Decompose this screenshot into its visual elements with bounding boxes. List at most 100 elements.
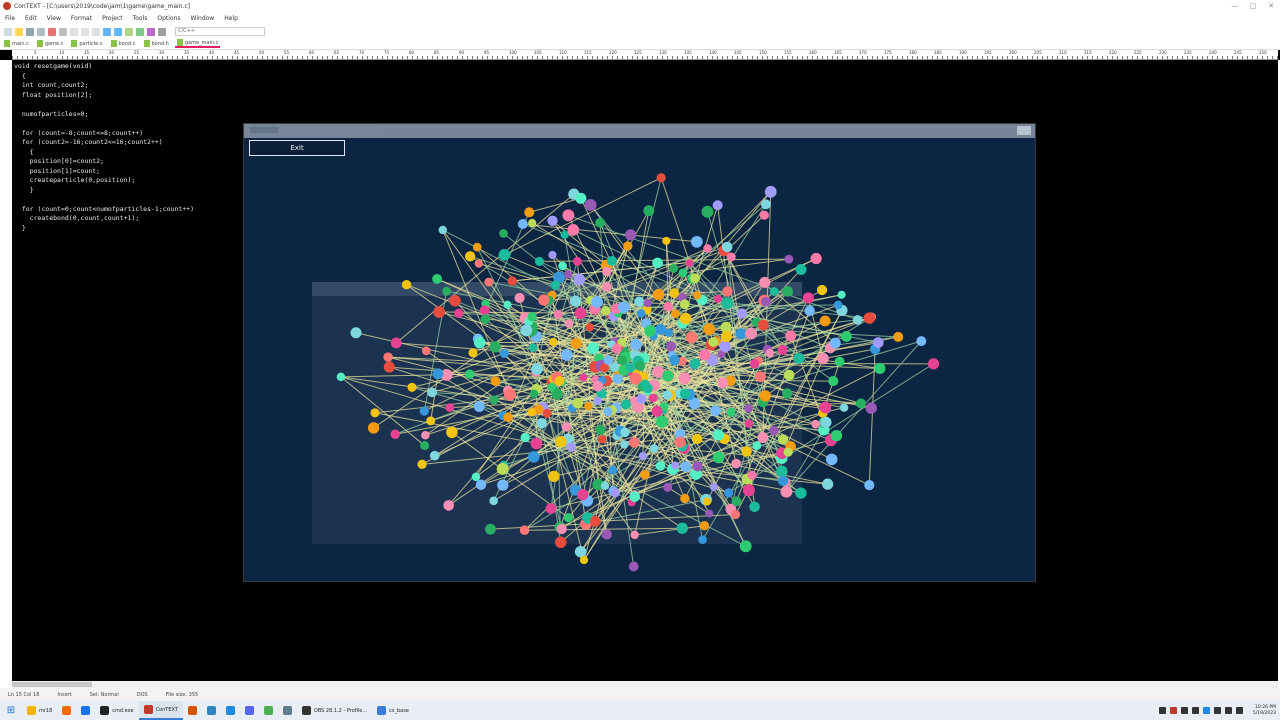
menu-view[interactable]: View bbox=[46, 15, 62, 22]
taskbar-app[interactable] bbox=[240, 701, 259, 720]
exit-button[interactable]: Exit bbox=[249, 140, 345, 156]
tray-icon[interactable] bbox=[1158, 707, 1166, 714]
particle bbox=[664, 328, 673, 337]
taskbar-app[interactable]: cs_base bbox=[372, 701, 414, 720]
print-icon[interactable] bbox=[59, 27, 67, 36]
scrollbar-thumb[interactable] bbox=[12, 682, 92, 687]
menu-file[interactable]: File bbox=[4, 15, 16, 22]
code-line[interactable]: for (count=0;count<numofparticles-1;coun… bbox=[14, 205, 194, 215]
particle bbox=[635, 360, 646, 371]
tray-icon[interactable] bbox=[1202, 707, 1210, 714]
particle bbox=[837, 290, 846, 299]
tray-icon[interactable] bbox=[1191, 707, 1199, 714]
code-line[interactable] bbox=[14, 195, 194, 205]
game-close-button[interactable] bbox=[1017, 126, 1031, 135]
language-select[interactable]: C/C++ bbox=[175, 27, 265, 36]
menu-format[interactable]: Format bbox=[70, 15, 93, 22]
copy-icon[interactable] bbox=[81, 27, 89, 36]
particle bbox=[817, 352, 829, 365]
particle bbox=[630, 338, 642, 351]
battery-icon[interactable] bbox=[1235, 707, 1243, 714]
maximize-button[interactable]: □ bbox=[1244, 0, 1262, 12]
replace-icon[interactable] bbox=[136, 27, 144, 36]
code-line[interactable] bbox=[14, 119, 194, 129]
menu-edit[interactable]: Edit bbox=[24, 15, 38, 22]
particle bbox=[916, 336, 927, 347]
redo-icon[interactable] bbox=[114, 27, 122, 36]
code-line[interactable]: } bbox=[14, 224, 194, 234]
tab-game-c[interactable]: game.c bbox=[35, 40, 66, 47]
taskbar-app[interactable]: mr18 bbox=[22, 701, 57, 720]
game-window[interactable]: Exit bbox=[243, 123, 1036, 582]
code-line[interactable]: { bbox=[14, 148, 194, 158]
taskbar-app[interactable] bbox=[57, 701, 76, 720]
undo-icon[interactable] bbox=[103, 27, 111, 36]
particle bbox=[722, 286, 733, 297]
code-line[interactable]: float position[2]; bbox=[14, 91, 194, 101]
particle bbox=[839, 403, 849, 412]
code-text[interactable]: void resetgame(void) { int count,count2;… bbox=[14, 62, 194, 233]
menu-project[interactable]: Project bbox=[101, 15, 124, 22]
cut-icon[interactable] bbox=[70, 27, 78, 36]
code-line[interactable]: void resetgame(void) bbox=[14, 62, 194, 72]
tab-bond-c[interactable]: bond.c bbox=[109, 40, 138, 47]
find-icon[interactable] bbox=[125, 27, 133, 36]
code-line[interactable]: position[1]=count; bbox=[14, 167, 194, 177]
taskbar-app[interactable] bbox=[278, 701, 297, 720]
taskbar-app[interactable]: OBS 28.1.2 - Profile... bbox=[297, 701, 372, 720]
firefox-icon bbox=[62, 706, 72, 715]
code-line[interactable]: for (count=-8;count<=8;count++) bbox=[14, 129, 194, 139]
ruler-number: 60 bbox=[309, 50, 315, 55]
particle bbox=[777, 475, 789, 487]
code-line[interactable]: createbond(0,count,count+1); bbox=[14, 214, 194, 224]
particle bbox=[713, 294, 723, 303]
taskbar-app[interactable] bbox=[259, 701, 278, 720]
tray-icon[interactable] bbox=[1169, 707, 1177, 714]
taskbar-app[interactable] bbox=[202, 701, 221, 720]
taskbar-app[interactable] bbox=[76, 701, 95, 720]
game-title-bar[interactable] bbox=[244, 124, 1035, 138]
code-line[interactable]: { bbox=[14, 72, 194, 82]
code-line[interactable] bbox=[14, 100, 194, 110]
menu-window[interactable]: Window bbox=[190, 15, 216, 22]
particle bbox=[600, 481, 610, 490]
code-line[interactable]: for (count2=-16;count2<=16;count2++) bbox=[14, 138, 194, 148]
particle bbox=[669, 263, 679, 273]
tab-game-main-c[interactable]: game_main.c bbox=[174, 39, 221, 48]
tray-icon[interactable] bbox=[1180, 707, 1188, 714]
save-all-icon[interactable] bbox=[37, 27, 45, 36]
new-file-icon[interactable] bbox=[4, 27, 12, 36]
code-line[interactable]: int count,count2; bbox=[14, 81, 194, 91]
particle bbox=[741, 446, 752, 457]
taskbar-app[interactable] bbox=[183, 701, 202, 720]
h-file-icon bbox=[143, 40, 150, 47]
tab-bond-h[interactable]: bond.h bbox=[142, 40, 171, 47]
menu-tools[interactable]: Tools bbox=[132, 15, 149, 22]
tab-particle-c[interactable]: particle.c bbox=[69, 40, 104, 47]
taskbar-app[interactable]: ConTEXT bbox=[138, 701, 183, 720]
menu-options[interactable]: Options bbox=[156, 15, 181, 22]
open-file-icon[interactable] bbox=[15, 27, 23, 36]
settings-icon[interactable] bbox=[158, 27, 166, 36]
tab-main-c[interactable]: main.c bbox=[2, 40, 31, 47]
save-icon[interactable] bbox=[26, 27, 34, 36]
close-button[interactable]: ✕ bbox=[1262, 0, 1280, 12]
code-line[interactable]: position[0]=count2; bbox=[14, 157, 194, 167]
volume-icon[interactable] bbox=[1224, 707, 1232, 714]
taskbar-app[interactable] bbox=[221, 701, 240, 720]
minimize-button[interactable]: — bbox=[1226, 0, 1244, 12]
run-icon[interactable] bbox=[147, 27, 155, 36]
menu-help[interactable]: Help bbox=[223, 15, 239, 22]
windows-start-icon[interactable]: ⊞ bbox=[0, 701, 22, 720]
code-line[interactable]: } bbox=[14, 186, 194, 196]
taskbar-app[interactable]: cmd.exe bbox=[95, 701, 138, 720]
clock[interactable]: 10:26 PM 5/19/2023 bbox=[1253, 705, 1276, 717]
close-file-icon[interactable] bbox=[48, 27, 56, 36]
code-line[interactable]: createparticle(0,position); bbox=[14, 176, 194, 186]
particle bbox=[643, 205, 655, 217]
paste-icon[interactable] bbox=[92, 27, 100, 36]
particle bbox=[603, 355, 613, 365]
code-line[interactable]: numofparticles=0; bbox=[14, 110, 194, 120]
horizontal-scrollbar[interactable] bbox=[12, 681, 1278, 688]
network-icon[interactable] bbox=[1213, 707, 1221, 714]
